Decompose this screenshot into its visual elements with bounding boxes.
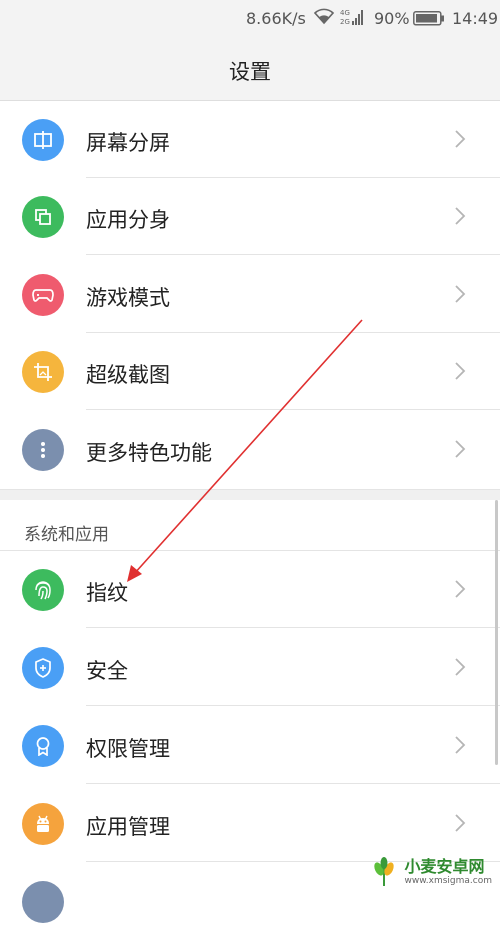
row-label: 指纹 <box>86 581 128 605</box>
row-label: 安全 <box>86 659 128 683</box>
more-dots-icon <box>22 429 64 471</box>
shield-icon <box>22 647 64 689</box>
network-speed: 8.66K/s <box>246 9 306 28</box>
watermark-name: 小麦安卓网 <box>404 857 485 876</box>
settings-row-permissions[interactable]: 权限管理 <box>0 707 500 784</box>
divider <box>86 627 500 628</box>
watermark: 小麦安卓网 www.xmsigma.com <box>367 857 492 887</box>
chevron-right-icon <box>454 813 466 837</box>
chevron-right-icon <box>454 735 466 759</box>
row-label: 更多特色功能 <box>86 441 212 465</box>
divider <box>86 705 500 706</box>
android-robot-icon <box>22 803 64 845</box>
section-divider <box>0 489 500 500</box>
title-bar: 设置 <box>0 36 500 101</box>
row-label: 权限管理 <box>86 737 170 761</box>
settings-row-security[interactable]: 安全 <box>0 629 500 706</box>
row-label: 应用分身 <box>86 208 170 232</box>
chevron-right-icon <box>454 579 466 603</box>
settings-row-split-screen[interactable]: 屏幕分屏 <box>0 101 500 178</box>
settings-row-fingerprint[interactable]: 指纹 <box>0 551 500 628</box>
network-2g-label: 2G <box>340 18 350 26</box>
page-title: 设置 <box>229 60 271 84</box>
cell-signal-icon: 4G 2G <box>340 7 368 31</box>
settings-row-more-features[interactable]: 更多特色功能 <box>0 411 500 488</box>
settings-row-app-clone[interactable]: 应用分身 <box>0 178 500 255</box>
chevron-right-icon <box>454 206 466 230</box>
chevron-right-icon <box>454 361 466 385</box>
watermark-url: www.xmsigma.com <box>404 876 492 886</box>
split-screen-icon <box>22 119 64 161</box>
wheat-logo-icon <box>373 857 394 886</box>
app-clone-icon <box>22 196 64 238</box>
wifi-icon <box>313 7 335 29</box>
clock: 14:49 <box>452 9 499 28</box>
divider <box>86 783 500 784</box>
divider <box>86 254 500 255</box>
divider <box>86 409 500 410</box>
row-label: 应用管理 <box>86 815 170 839</box>
fingerprint-icon <box>22 569 64 611</box>
row-label: 屏幕分屏 <box>86 131 170 155</box>
section-header: 系统和应用 <box>0 500 500 551</box>
chevron-right-icon <box>454 129 466 153</box>
chevron-right-icon <box>454 657 466 681</box>
permission-badge-icon <box>22 725 64 767</box>
battery-icon <box>413 11 445 30</box>
scrollbar[interactable] <box>495 500 498 765</box>
chevron-right-icon <box>454 284 466 308</box>
section-title: 系统和应用 <box>24 525 109 545</box>
settings-row-app-management[interactable]: 应用管理 <box>0 785 500 862</box>
row-label: 超级截图 <box>86 363 170 387</box>
row-label: 游戏模式 <box>86 286 170 310</box>
settings-row-game-mode[interactable]: 游戏模式 <box>0 256 500 333</box>
partial-row-icon <box>22 881 64 923</box>
battery-percent: 90% <box>374 9 410 28</box>
chevron-right-icon <box>454 439 466 463</box>
gamepad-icon <box>22 274 64 316</box>
settings-row-super-screenshot[interactable]: 超级截图 <box>0 333 500 410</box>
screenshot-crop-icon <box>22 351 64 393</box>
status-bar: 8.66K/s 4G 2G 90% 14:49 <box>0 0 500 36</box>
network-4g-label: 4G <box>340 9 350 17</box>
